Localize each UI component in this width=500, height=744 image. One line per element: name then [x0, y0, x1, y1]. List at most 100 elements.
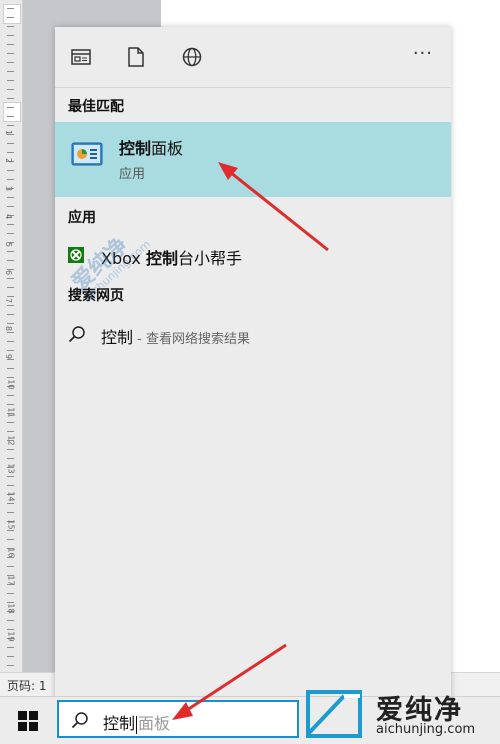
search-icon [71, 711, 89, 733]
ruler-tick [7, 395, 14, 396]
ruler-number: 19 [6, 631, 16, 642]
ruler-tick [7, 665, 14, 666]
ruler-tick [7, 89, 14, 90]
ruler-tick [7, 350, 14, 351]
best-match-type: 应用 [119, 167, 146, 182]
ruler-number: 8 [4, 325, 14, 332]
web-search-heading: 搜索网页 [68, 288, 124, 304]
ruler-tick [7, 35, 14, 36]
ruler-tick [7, 260, 14, 261]
ruler-number: 4 [4, 213, 14, 220]
ruler-tick [7, 143, 14, 144]
start-button[interactable] [0, 697, 55, 744]
search-query-text: 控制 面板 [103, 714, 171, 734]
ruler-tick [7, 287, 14, 288]
ruler-tick [7, 305, 14, 306]
ruler-tick [7, 566, 14, 567]
ruler-tick [7, 62, 14, 63]
ruler-tick [7, 224, 14, 225]
ruler-number: 12 [6, 435, 16, 446]
ruler-number: 7 [4, 297, 14, 304]
ruler-tick [7, 233, 14, 234]
logo-mark-icon [306, 690, 362, 738]
ruler-tick [7, 341, 14, 342]
ruler-tick [7, 332, 14, 333]
ruler-marker[interactable] [3, 102, 21, 122]
ruler-tick [7, 539, 14, 540]
ruler-number: 13 [6, 463, 16, 474]
ruler-tick [7, 314, 14, 315]
search-icon [68, 325, 86, 347]
ruler-number: 14 [6, 491, 16, 502]
ruler-tick [7, 125, 14, 126]
xbox-icon [68, 247, 84, 267]
app-result-label: Xbox 控制台小帮手 [101, 249, 242, 268]
ruler-tick [7, 656, 14, 657]
ruler-tick [7, 368, 14, 369]
page-number-label: 页码: 1 [7, 679, 47, 693]
ruler-tick [7, 377, 14, 378]
ruler-tick [7, 26, 14, 27]
ruler-tick [7, 512, 14, 513]
ruler-tick [7, 197, 14, 198]
web-icon[interactable] [181, 46, 203, 68]
ruler-tick [7, 647, 14, 648]
ruler-number: 3 [4, 185, 14, 192]
taskbar-search-input[interactable]: 控制 面板 [57, 700, 299, 738]
search-filter-toolbar: ··· [55, 27, 451, 88]
best-match-item[interactable]: 控制面板 应用 [55, 122, 451, 197]
ruler-tick [7, 80, 14, 81]
ruler-number: 11 [6, 407, 16, 418]
ruler-tick [7, 251, 14, 252]
ruler-tick [7, 404, 14, 405]
ruler-tick [7, 530, 14, 531]
ruler-tick [7, 71, 14, 72]
ruler-tick [7, 359, 14, 360]
ruler-tick [7, 278, 14, 279]
best-match-name: 控制面板 [119, 139, 184, 158]
ruler-marker[interactable] [3, 4, 21, 24]
ruler-tick [7, 179, 14, 180]
ruler-number: 16 [6, 547, 16, 558]
ruler-tick [7, 107, 14, 108]
ruler-tick [7, 449, 14, 450]
ruler-tick [7, 170, 14, 171]
web-result-label: 控制 - 查看网络搜索结果 [101, 328, 250, 347]
ruler-tick [7, 620, 14, 621]
ruler-tick [7, 323, 14, 324]
ruler-tick [7, 8, 14, 9]
vertical-ruler: 1 2 3 4 5 6 7 8 9 10 11 12 13 14 15 16 17 18 19 [0, 0, 23, 672]
documents-icon[interactable] [70, 46, 92, 68]
web-result-item[interactable]: 控制 - 查看网络搜索结果 [55, 317, 451, 351]
ruler-tick [7, 152, 14, 153]
file-icon[interactable] [125, 46, 147, 68]
ruler-tick [7, 422, 14, 423]
ruler-number: 17 [6, 575, 16, 586]
ruler-number: 5 [4, 241, 14, 248]
ruler-number: 10 [6, 379, 16, 390]
ruler-tick [7, 116, 14, 117]
ruler-tick [7, 485, 14, 486]
ruler-number: 6 [4, 269, 14, 276]
windows-logo-icon [17, 710, 38, 731]
ruler-tick [7, 476, 14, 477]
ruler-tick [7, 503, 14, 504]
text-caret [136, 715, 138, 734]
ruler-tick [7, 296, 14, 297]
best-match-heading: 最佳匹配 [68, 99, 124, 115]
ruler-tick [7, 98, 14, 99]
ruler-number: 18 [6, 603, 16, 614]
app-result-item[interactable]: Xbox 控制台小帮手 [55, 238, 451, 272]
ruler-number: 1 [4, 129, 14, 136]
search-results-panel: ··· 最佳匹配 控制面板 应用 应用 Xbox 控制台小帮手 搜索网页 控制 … [55, 27, 451, 699]
logo-url-text: aichunjing.com [376, 722, 476, 737]
ruler-number: 2 [4, 157, 14, 164]
more-options-button[interactable]: ··· [413, 43, 433, 64]
ruler-tick [7, 458, 14, 459]
ruler-tick [7, 44, 14, 45]
site-logo: 爱纯净 aichunjing.com [302, 686, 500, 743]
ruler-tick [7, 206, 14, 207]
control-panel-icon [71, 142, 103, 168]
ruler-number: 9 [4, 353, 14, 360]
ruler-tick [7, 53, 14, 54]
